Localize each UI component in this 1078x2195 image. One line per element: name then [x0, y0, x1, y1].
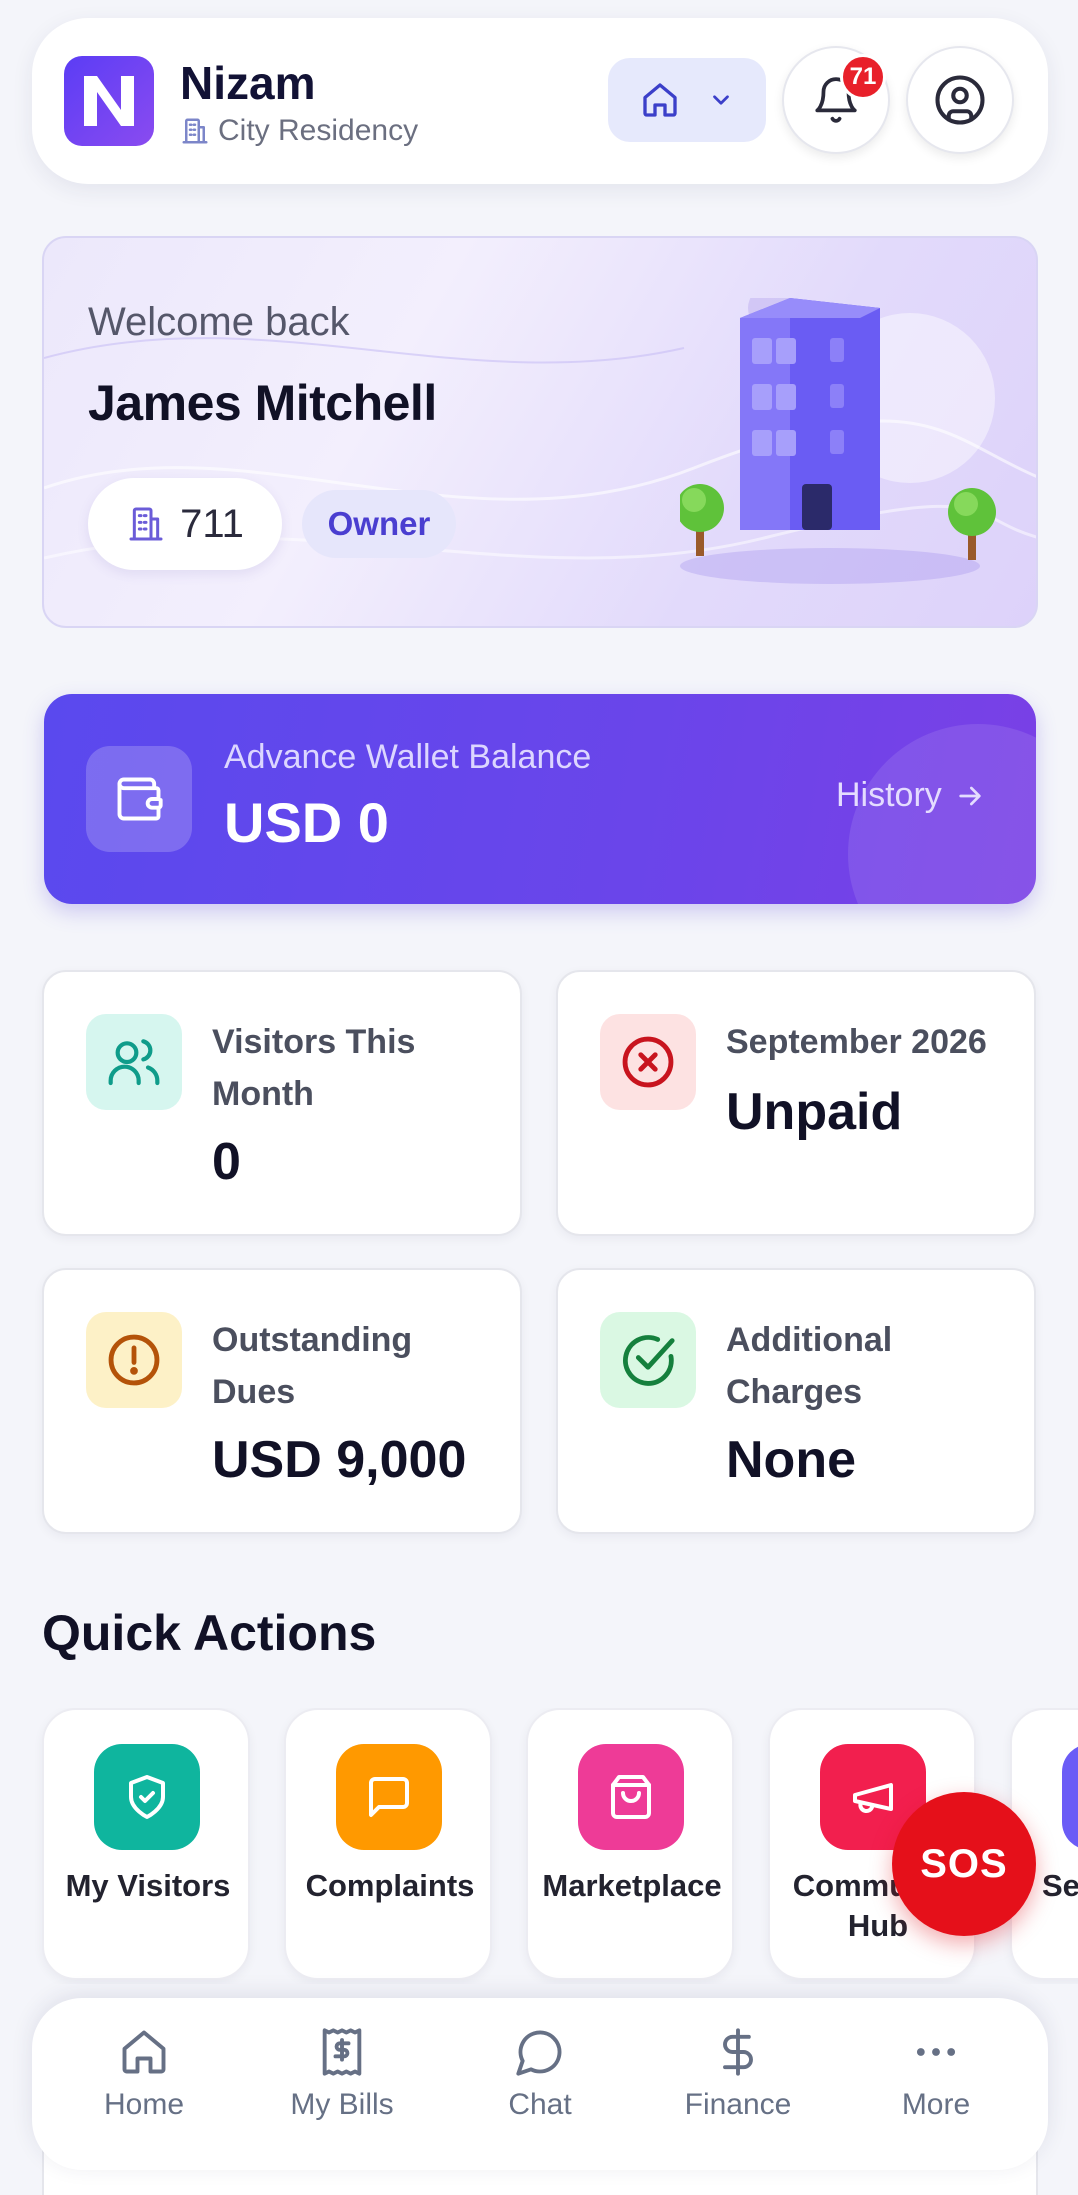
outstanding-dues-card[interactable]: Outstanding Dues USD 9,000 — [42, 1268, 522, 1534]
quick-action-my-visitors[interactable]: My Visitors — [42, 1708, 250, 1980]
nav-label: Chat — [508, 2088, 572, 2121]
welcome-label: Welcome back — [88, 300, 350, 344]
wallet-balance: USD 0 — [224, 791, 389, 854]
nav-label: Finance — [684, 2088, 792, 2121]
profile-button[interactable] — [906, 46, 1014, 154]
stat-label: September 2026 — [726, 1023, 987, 1061]
wallet-icon — [86, 746, 192, 852]
alert-circle-icon — [86, 1312, 182, 1408]
quick-action-label: My Visitors — [65, 1868, 231, 1903]
nav-label: More — [901, 2088, 971, 2121]
user-name: James Mitchell — [88, 375, 437, 431]
more-dots-icon — [910, 2026, 962, 2078]
nav-chat[interactable]: Chat — [450, 2026, 630, 2146]
x-circle-icon — [600, 1014, 696, 1110]
building-icon — [126, 504, 166, 544]
app-name: Nizam — [180, 57, 316, 109]
quick-action-label: Se — [1042, 1868, 1078, 1903]
bottom-navigation: Home My Bills Chat Finance More — [32, 1998, 1048, 2170]
building-icon — [180, 116, 210, 146]
wallet-card[interactable]: Advance Wallet Balance USD 0 History — [44, 694, 1036, 904]
stat-label: Additional Charges — [726, 1321, 893, 1411]
nav-label: Home — [103, 2088, 185, 2121]
unit-chip: 711 — [88, 478, 282, 570]
users-icon — [86, 1014, 182, 1110]
visitors-stat-card[interactable]: Visitors This Month 0 — [42, 970, 522, 1236]
nav-my-bills[interactable]: My Bills — [252, 2026, 432, 2146]
history-label: History — [836, 776, 942, 814]
stat-value: USD 9,000 — [212, 1431, 467, 1489]
notifications-button[interactable]: 71 — [782, 46, 890, 154]
dollar-icon — [712, 2026, 764, 2078]
wallet-label: Advance Wallet Balance — [224, 738, 592, 776]
quick-actions-title: Quick Actions — [42, 1605, 377, 1661]
stat-label: Visitors This Month — [212, 1023, 416, 1113]
bill-status-card[interactable]: September 2026 Unpaid — [556, 970, 1036, 1236]
role-badge: Owner — [302, 490, 456, 558]
partial-icon — [1062, 1744, 1078, 1850]
nav-label: My Bills — [290, 2088, 394, 2121]
sos-button[interactable]: SOS — [892, 1792, 1036, 1936]
quick-action-marketplace[interactable]: Marketplace — [526, 1708, 734, 1980]
unit-number: 711 — [180, 501, 244, 546]
home-icon — [640, 80, 680, 120]
quick-action-label: Complaints — [305, 1868, 475, 1903]
community-selector-label: City Residency — [180, 114, 418, 148]
unit-switcher-dropdown[interactable] — [608, 58, 766, 142]
quick-action-label: Marketplace — [542, 1868, 722, 1903]
welcome-card: Welcome back James Mitchell 711 Owner — [42, 236, 1038, 628]
stat-value: None — [726, 1431, 856, 1489]
check-circle-icon — [600, 1312, 696, 1408]
stat-value: Unpaid — [726, 1083, 903, 1141]
building-illustration — [676, 286, 1010, 598]
shopping-bag-icon — [578, 1744, 684, 1850]
nav-finance[interactable]: Finance — [648, 2026, 828, 2146]
arrow-right-icon — [954, 780, 986, 812]
message-square-icon — [336, 1744, 442, 1850]
top-header: Nizam City Residency 71 — [32, 18, 1048, 184]
stat-label: Outstanding Dues — [212, 1321, 413, 1411]
community-name: City Residency — [218, 114, 419, 147]
shield-check-icon — [94, 1744, 200, 1850]
home-icon — [118, 2026, 170, 2078]
nav-more[interactable]: More — [846, 2026, 1026, 2146]
app-logo — [64, 56, 154, 146]
nav-home[interactable]: Home — [54, 2026, 234, 2146]
receipt-icon — [316, 2026, 368, 2078]
chevron-down-icon — [708, 87, 734, 113]
stat-value: 0 — [212, 1133, 241, 1191]
user-circle-icon — [933, 73, 987, 127]
chat-bubble-icon — [514, 2026, 566, 2078]
wallet-history-link[interactable]: History — [836, 776, 986, 815]
quick-action-complaints[interactable]: Complaints — [284, 1708, 492, 1980]
additional-charges-card[interactable]: Additional Charges None — [556, 1268, 1036, 1534]
notification-badge: 71 — [840, 54, 886, 100]
